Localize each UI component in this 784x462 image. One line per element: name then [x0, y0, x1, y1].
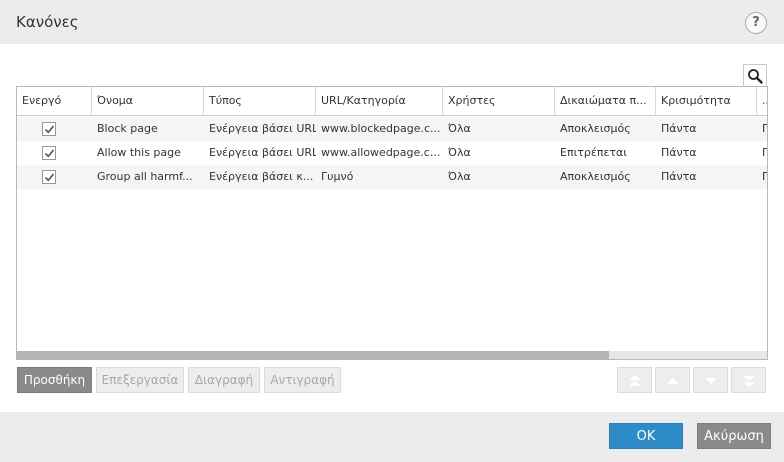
- column-header-rights[interactable]: Δικαιώματα π...: [555, 87, 656, 115]
- scrollbar-thumb[interactable]: [17, 351, 609, 359]
- add-button[interactable]: Προσθήκη: [17, 367, 92, 393]
- move-bottom-icon: [743, 376, 755, 387]
- checkmark-icon: [44, 125, 55, 134]
- rule-url: www.allowedpage.c...: [321, 146, 441, 159]
- table-row[interactable]: Allow this page Ενέργεια βάσει URL www.a…: [17, 141, 768, 165]
- dialog-title: Κανόνες: [16, 13, 79, 31]
- move-down-icon: [705, 378, 717, 384]
- column-header-enabled[interactable]: Ενεργό: [17, 87, 92, 115]
- rule-url: www.blockedpage.c...: [321, 122, 441, 135]
- enabled-checkbox[interactable]: [42, 146, 56, 160]
- rule-url: Γυμνό: [321, 170, 354, 183]
- search-icon: [748, 69, 763, 84]
- enabled-checkbox[interactable]: [42, 122, 56, 136]
- rule-name: Block page: [97, 122, 158, 135]
- move-up-button[interactable]: [655, 367, 690, 393]
- rule-name: Group all harmf...: [97, 170, 193, 183]
- column-header-more[interactable]: ...: [757, 87, 767, 115]
- enabled-checkbox[interactable]: [42, 170, 56, 184]
- column-header-users[interactable]: Χρήστες: [443, 87, 555, 115]
- column-header-url[interactable]: URL/Κατηγορία: [316, 87, 443, 115]
- move-top-button[interactable]: [617, 367, 652, 393]
- help-button[interactable]: ?: [745, 12, 767, 34]
- rule-name: Allow this page: [97, 146, 181, 159]
- help-icon: ?: [752, 15, 760, 30]
- edit-button[interactable]: Επεξεργασία: [96, 367, 184, 393]
- cancel-button[interactable]: Ακύρωση: [697, 423, 771, 449]
- rule-extra: Γ: [762, 122, 768, 135]
- rule-severity: Πάντα: [661, 146, 697, 159]
- checkmark-icon: [44, 173, 55, 182]
- delete-button[interactable]: Διαγραφή: [188, 367, 260, 393]
- rule-rights: Αποκλεισμός: [560, 170, 631, 183]
- search-button[interactable]: [743, 64, 767, 88]
- rule-type: Ενέργεια βάσει URL: [209, 122, 316, 135]
- rule-rights: Αποκλεισμός: [560, 122, 631, 135]
- rule-severity: Πάντα: [661, 122, 697, 135]
- rule-users: Όλα: [448, 170, 471, 183]
- copy-button[interactable]: Αντιγραφή: [264, 367, 341, 393]
- column-header-severity[interactable]: Κρισιμότητα: [656, 87, 757, 115]
- rules-table: Ενεργό Όνομα Τύπος URL/Κατηγορία Χρήστες…: [16, 86, 768, 360]
- rule-type: Ενέργεια βάσει κ...: [209, 170, 314, 183]
- checkmark-icon: [44, 149, 55, 158]
- move-up-icon: [667, 378, 679, 384]
- rule-users: Όλα: [448, 122, 471, 135]
- rule-type: Ενέργεια βάσει URL: [209, 146, 316, 159]
- table-row[interactable]: Block page Ενέργεια βάσει URL www.blocke…: [17, 117, 768, 141]
- column-header-type[interactable]: Τύπος: [204, 87, 316, 115]
- horizontal-scrollbar[interactable]: [17, 351, 767, 359]
- rule-rights: Επιτρέπεται: [560, 146, 628, 159]
- move-down-button[interactable]: [693, 367, 728, 393]
- move-top-icon: [629, 375, 641, 386]
- ok-button[interactable]: OK: [609, 423, 683, 449]
- move-bottom-button[interactable]: [731, 367, 766, 393]
- dialog-title-bar: Κανόνες ?: [0, 0, 784, 44]
- column-header-name[interactable]: Όνομα: [92, 87, 204, 115]
- table-row[interactable]: Group all harmf... Ενέργεια βάσει κ... Γ…: [17, 165, 768, 189]
- rule-extra: Γ: [762, 146, 768, 159]
- rule-extra: Γ: [762, 170, 768, 183]
- rule-severity: Πάντα: [661, 170, 697, 183]
- table-header: Ενεργό Όνομα Τύπος URL/Κατηγορία Χρήστες…: [17, 87, 767, 116]
- rule-users: Όλα: [448, 146, 471, 159]
